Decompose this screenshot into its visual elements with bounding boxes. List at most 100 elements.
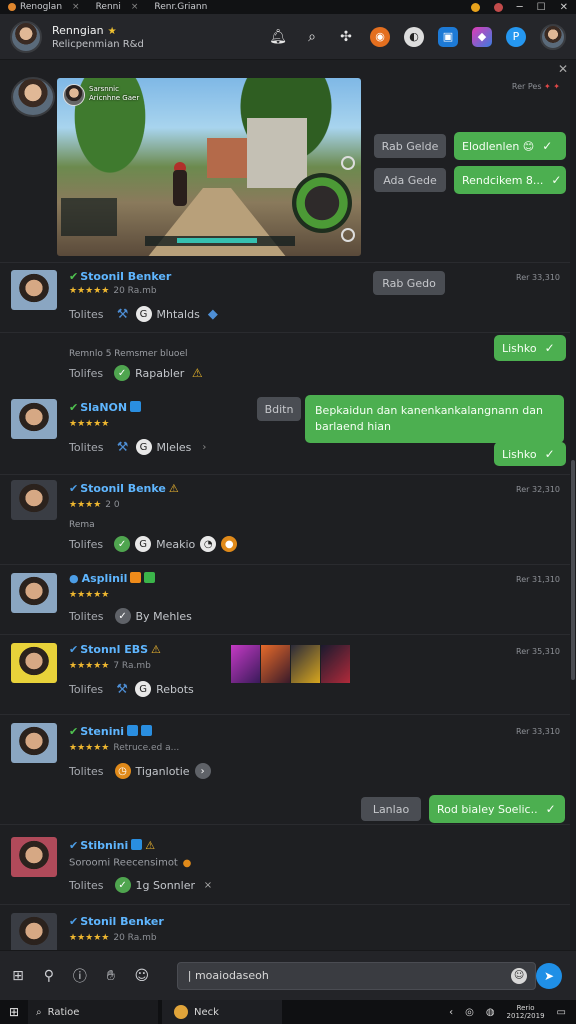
- channel-subtitle: Relicpenmian R&d: [52, 39, 144, 50]
- target-icon[interactable]: [341, 156, 355, 170]
- info-icon[interactable]: ⓘ: [70, 966, 90, 986]
- sender-avatar[interactable]: [11, 77, 55, 117]
- scrollbar[interactable]: [570, 60, 576, 950]
- message-bubble[interactable]: Ada Gede: [374, 168, 446, 192]
- timestamp: Rer 35,310: [516, 647, 560, 656]
- orange-app-icon[interactable]: ◉: [370, 26, 390, 47]
- chat-list[interactable]: Sarsnnic Aricnhne Gaer Rer Pes ✦ ✦ Rab G…: [0, 60, 576, 950]
- contact-name[interactable]: ✔ SlaNON: [69, 401, 142, 414]
- windows-start-icon[interactable]: ⊞: [0, 1005, 28, 1019]
- preview-caption: Sarsnnic Aricnhne Gaer: [89, 85, 140, 102]
- scrollbar-thumb[interactable]: [571, 460, 575, 680]
- contact-name[interactable]: ✔ Stonnl EBS ⚠: [69, 643, 161, 656]
- sticker-icon[interactable]: ☺: [132, 966, 152, 986]
- message-input[interactable]: | moaiodaseoh ☺: [176, 961, 537, 990]
- network-icon[interactable]: ◎: [465, 1007, 474, 1018]
- contact-name[interactable]: ● Asplinil: [69, 572, 156, 585]
- taskbar-app[interactable]: Neck: [162, 1000, 282, 1024]
- clock[interactable]: Rerio 2012/2019: [507, 1004, 545, 1020]
- message-bubble[interactable]: Rod bialey Soelic.. ✓: [429, 795, 565, 823]
- channel-avatar[interactable]: [10, 20, 42, 53]
- contact-row[interactable]: ✔ Stonil Benker ★★★★★ 20 Ra.mb: [0, 905, 576, 950]
- maximize-button[interactable]: ☐: [537, 2, 546, 13]
- media-thumbnail[interactable]: [321, 645, 350, 683]
- streamer-avatar: [63, 84, 85, 106]
- video-preview[interactable]: Sarsnnic Aricnhne Gaer: [57, 78, 361, 256]
- chevron-left-icon[interactable]: ‹: [449, 1007, 453, 1018]
- paypal-icon[interactable]: P: [506, 26, 526, 47]
- tab-close-icon[interactable]: ×: [131, 2, 139, 12]
- check-icon: ✓: [544, 447, 555, 461]
- contact-row[interactable]: ● Asplinil ★★★★★ Tolites ✓ By Mehles Rer 31…: [0, 565, 576, 635]
- contact-avatar[interactable]: [11, 913, 57, 950]
- contact-avatar[interactable]: [11, 837, 57, 877]
- user-avatar[interactable]: [540, 23, 566, 50]
- message-bubble[interactable]: Bditn: [257, 397, 301, 421]
- contact-row[interactable]: ✔ SlaNON ★★★★★ Tolites ⚒ G Mleles › Bditn Bep…: [0, 395, 576, 475]
- message-bubble[interactable]: Rendcikem 8... ✓: [454, 166, 566, 194]
- thumb-icon[interactable]: ✋︎: [101, 966, 121, 986]
- settings-icon[interactable]: [341, 228, 355, 242]
- message-bubble[interactable]: Lanlao: [361, 797, 421, 821]
- emoji-icon[interactable]: ☺: [511, 967, 528, 984]
- record-icon[interactable]: [493, 2, 503, 12]
- tab-strip: Renoglan × Renni × Renr.Griann ─ ☐ ✕: [0, 0, 576, 14]
- check-icon: ✓: [542, 139, 553, 153]
- close-icon[interactable]: ✕: [558, 62, 568, 76]
- contact-row[interactable]: ✔ Stonnl EBS ⚠ ★★★★★ 7 Ra.mb Tolifes ⚒ G Rebot…: [0, 635, 576, 715]
- bell-icon[interactable]: 🔔︎: [268, 27, 288, 47]
- message-row: Sarsnnic Aricnhne Gaer Rer Pes ✦ ✦ Rab G…: [0, 60, 576, 263]
- message-bubble[interactable]: Rab Gedo: [373, 271, 445, 295]
- taskbar-search[interactable]: ⌕ Ratioe: [28, 1000, 158, 1024]
- contact-row[interactable]: Remnlo 5 Remsmer bluoel Tolifes ✓ Rapabler…: [0, 333, 576, 395]
- media-thumbnail[interactable]: [231, 645, 260, 683]
- contact-name[interactable]: ✔ Stibnini ⚠: [69, 839, 155, 852]
- message-bubble[interactable]: Rab Gelde: [374, 134, 446, 158]
- contact-avatar[interactable]: [11, 573, 57, 613]
- contact-row[interactable]: ✔ Stibnini ⚠ Soroomi Reecensimot ● Tolites…: [0, 825, 576, 905]
- message-bubble[interactable]: Elodlenlen 😊 ✓: [454, 132, 566, 160]
- tab-renni[interactable]: Renni ×: [88, 0, 147, 14]
- compass-icon[interactable]: ◐: [404, 26, 424, 47]
- volume-icon[interactable]: ◍: [486, 1007, 495, 1018]
- media-thumbnail[interactable]: [291, 645, 320, 683]
- contact-row[interactable]: ✔ Stoonil Benke ⚠ ★★★★ 2 0 Rema Tolifes ✓ G Me…: [0, 475, 576, 565]
- media-thumbnails[interactable]: [231, 645, 350, 683]
- puzzle-icon[interactable]: ✣: [336, 27, 356, 47]
- tab-close-icon[interactable]: ×: [72, 2, 80, 12]
- search-icon[interactable]: ⌕: [302, 27, 322, 47]
- contact-row[interactable]: ✔ Stoonil Benker ★★★★★ 20 Ra.mb Tolites ⚒ G M…: [0, 263, 576, 333]
- game-icon: G: [135, 439, 152, 455]
- send-button[interactable]: ➤: [536, 962, 562, 989]
- contact-avatar[interactable]: [11, 480, 57, 520]
- contact-row[interactable]: ✔ Stenini ★★★★★ Retruce.ed a... Tolites ◷ Ti…: [0, 715, 576, 825]
- contact-avatar[interactable]: [11, 270, 57, 310]
- status-line: Tolifes ⚒ G Rebots: [69, 681, 194, 697]
- contact-name[interactable]: ✔ Stoonil Benke ⚠: [69, 482, 179, 495]
- close-button[interactable]: ✕: [560, 2, 568, 13]
- notification-center-icon[interactable]: ▭: [557, 1007, 566, 1018]
- apps-icon[interactable]: ⊞: [8, 966, 28, 986]
- contact-name[interactable]: ✔ Stoonil Benker: [69, 270, 171, 283]
- attach-icon[interactable]: ⚲: [39, 966, 59, 986]
- message-bubble[interactable]: Lishko ✓: [494, 442, 566, 466]
- media-thumbnail[interactable]: [261, 645, 290, 683]
- contact-name[interactable]: ✔ Stonil Benker: [69, 915, 164, 928]
- note-text: Rema: [69, 520, 95, 530]
- tab-renoglan[interactable]: Renoglan ×: [0, 0, 88, 14]
- message-bubble[interactable]: Lishko ✓: [494, 335, 566, 361]
- contact-name[interactable]: ✔ Stenini: [69, 725, 153, 738]
- message-bubble[interactable]: Bepkaidun dan kanenkankalangnann dan bar…: [305, 395, 564, 443]
- blue-app-icon[interactable]: ▣: [438, 26, 458, 47]
- notification-icon[interactable]: [470, 2, 480, 12]
- message-composer: ⊞ ⚲ ⓘ ✋︎ ☺ | moaiodaseoh ☺ ➤: [0, 950, 576, 1000]
- timestamp: Rer 31,310: [516, 575, 560, 584]
- tab-renr-griann[interactable]: Renr.Griann: [146, 0, 215, 14]
- star-icon[interactable]: ★: [108, 26, 117, 37]
- contact-avatar[interactable]: [11, 399, 57, 439]
- browser-icon: [8, 3, 16, 11]
- gradient-app-icon[interactable]: ◆: [472, 26, 492, 47]
- contact-avatar[interactable]: [11, 643, 57, 683]
- minimize-button[interactable]: ─: [517, 2, 523, 13]
- contact-avatar[interactable]: [11, 723, 57, 763]
